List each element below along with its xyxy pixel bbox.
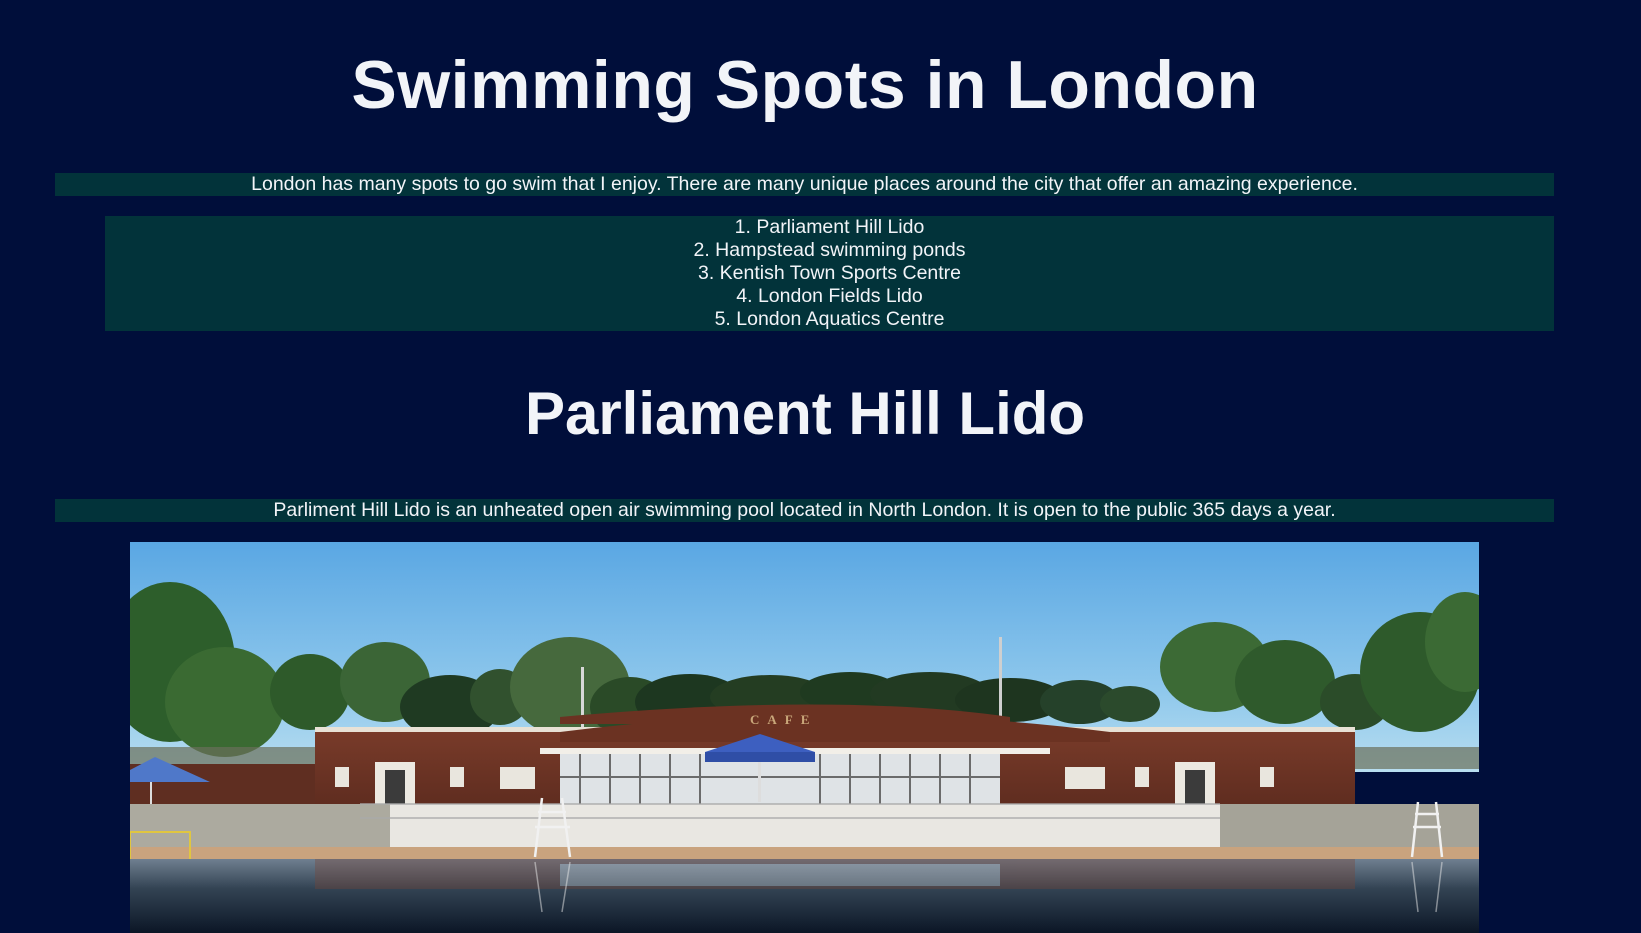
- list-item: 3. Kentish Town Sports Centre: [697, 262, 962, 284]
- list-item: 1. Parliament Hill Lido: [734, 216, 925, 238]
- list-item: 4. London Fields Lido: [736, 285, 923, 307]
- intro-paragraph: London has many spots to go swim that I …: [55, 173, 1554, 196]
- pool-edge: [130, 847, 1479, 859]
- list-item: 5. London Aquatics Centre: [714, 308, 945, 330]
- cafe-sign: CAFE: [750, 712, 817, 727]
- list-item: 2. Hampstead swimming ponds: [693, 239, 966, 261]
- swimming-spots-list: 1. Parliament Hill Lido 2. Hampstead swi…: [105, 216, 1554, 331]
- page-title: Swimming Spots in London: [351, 47, 1259, 123]
- section-title: Parliament Hill Lido: [524, 380, 1086, 447]
- flag-pole: [999, 637, 1002, 722]
- section-description: Parliment Hill Lido is an unheated open …: [55, 499, 1554, 522]
- parliament-hill-lido-photo: CAFE: [130, 542, 1479, 933]
